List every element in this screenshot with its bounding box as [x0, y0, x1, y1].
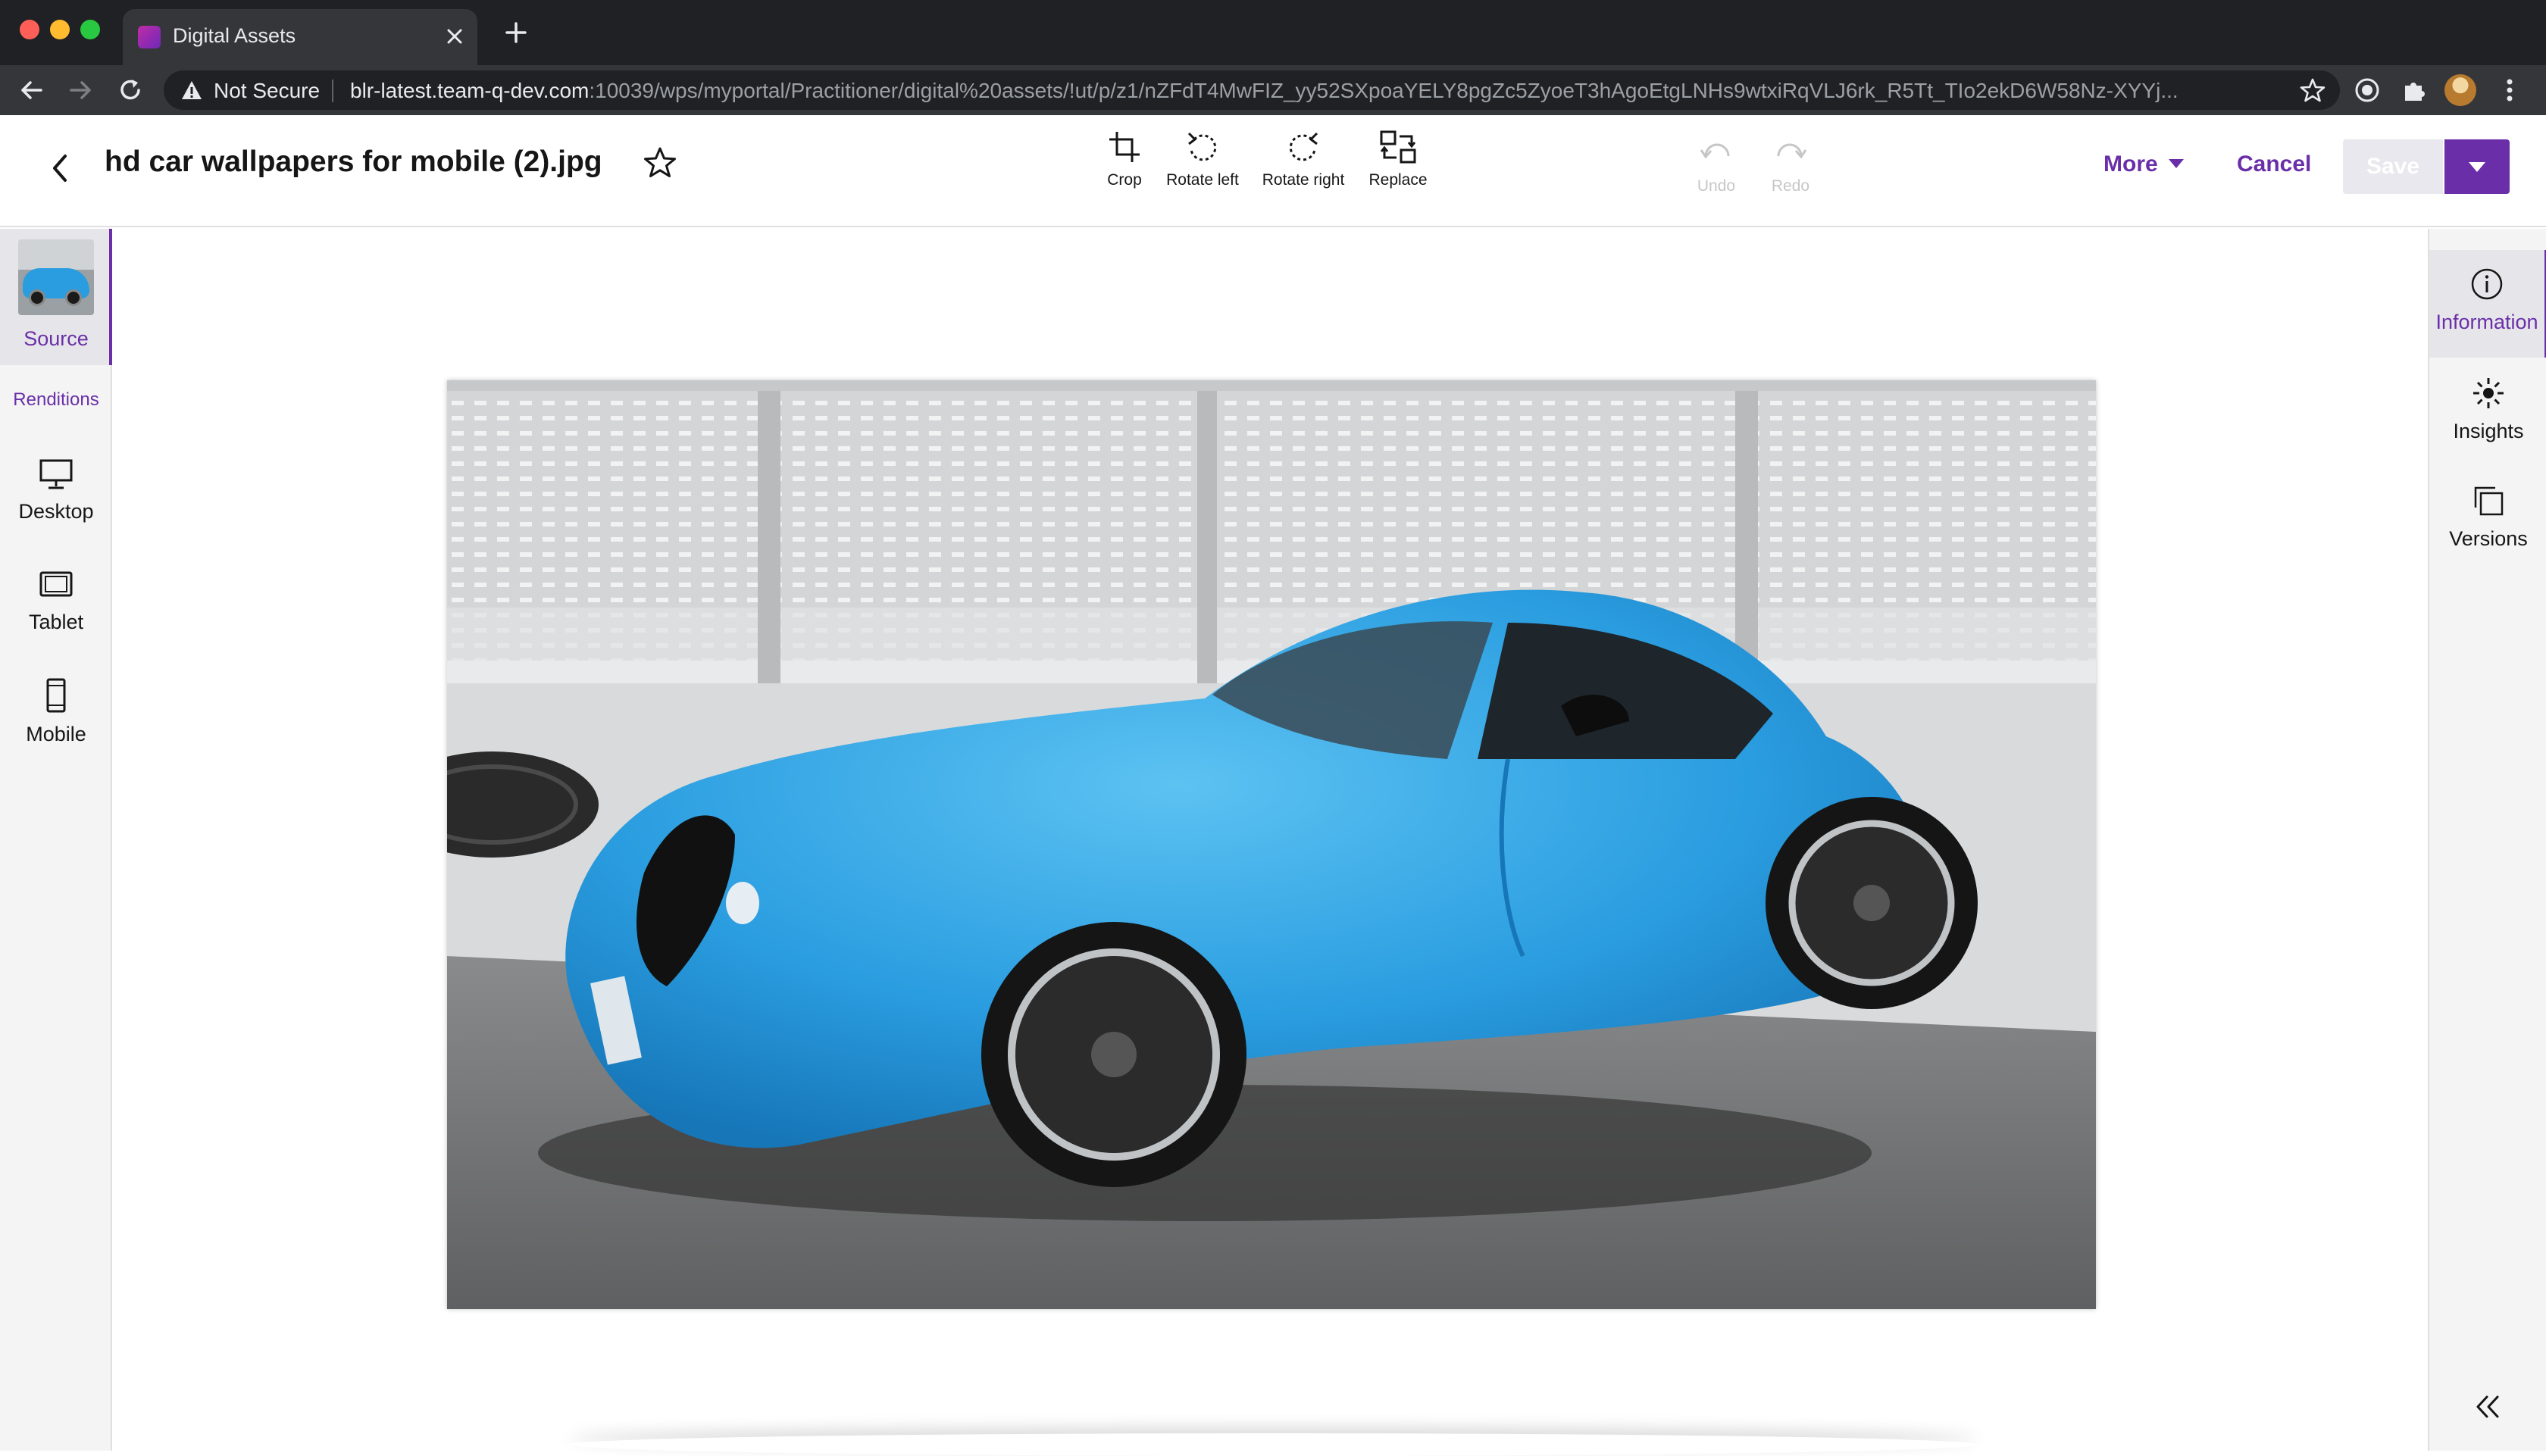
page-title: hd car wallpapers for mobile (2).jpg: [105, 145, 602, 178]
url-path: :10039/wps/myportal/Practitioner/digital…: [589, 79, 2178, 102]
thumbnail-wheel: [29, 289, 45, 306]
versions-icon: [2474, 486, 2504, 516]
rendition-tablet[interactable]: Tablet: [0, 568, 112, 667]
save-button[interactable]: Save: [2343, 139, 2443, 194]
rendition-tablet-label: Tablet: [28, 611, 84, 633]
caret-down-icon: [2469, 162, 2485, 172]
crop-label: Crop: [1107, 171, 1142, 189]
tablet-icon: [39, 571, 73, 597]
image-canvas: [114, 229, 2426, 1451]
editor-header: hd car wallpapers for mobile (2).jpg Cro…: [0, 115, 2546, 227]
replace-label: Replace: [1368, 171, 1428, 189]
collapse-double-chevron-icon[interactable]: [2469, 1388, 2507, 1426]
undo-label: Undo: [1697, 177, 1736, 195]
extension-target-icon[interactable]: [2351, 73, 2384, 107]
more-label: More: [2103, 152, 2158, 177]
crop-icon: [1109, 132, 1140, 162]
tab-close-icon[interactable]: [439, 21, 470, 52]
versions-label: Versions: [2449, 527, 2528, 550]
favorite-star-icon[interactable]: [641, 144, 679, 182]
renditions-heading: Renditions: [13, 389, 99, 410]
bookmark-star-icon[interactable]: [2299, 77, 2326, 104]
browser-tab[interactable]: Digital Assets: [123, 9, 477, 65]
rendition-mobile-label: Mobile: [26, 723, 86, 745]
versions-panel-tab[interactable]: Versions: [2429, 482, 2546, 551]
digital-assets-favicon-icon: [138, 26, 161, 48]
rotate-right-label: Rotate right: [1262, 171, 1345, 189]
undo-button[interactable]: Undo: [1694, 135, 1738, 218]
thumbnail-wheel: [65, 289, 82, 306]
source-thumbnail: [18, 239, 94, 315]
replace-button[interactable]: Replace: [1364, 129, 1432, 212]
insights-icon: [2473, 378, 2504, 408]
information-panel-tab[interactable]: Information: [2429, 250, 2546, 358]
right-rail: Information Insights Versions: [2428, 229, 2546, 1451]
left-rail: Source Renditions Desktop Tablet Mobile: [0, 229, 112, 1451]
asset-image-preview[interactable]: [447, 380, 2096, 1309]
extensions-puzzle-icon[interactable]: [2397, 73, 2431, 107]
not-secure-label[interactable]: Not Secure: [214, 79, 320, 103]
window-close-button[interactable]: [20, 20, 39, 39]
rotate-right-icon: [1289, 132, 1318, 161]
reload-icon[interactable]: [114, 73, 147, 107]
back-chevron-icon[interactable]: [41, 145, 79, 191]
source-label: Source: [23, 327, 89, 350]
rotate-right-button[interactable]: Rotate right: [1259, 129, 1347, 212]
profile-avatar[interactable]: [2444, 74, 2476, 106]
desktop-icon: [39, 459, 73, 489]
caret-down-icon: [2168, 159, 2184, 168]
redo-label: Redo: [1771, 177, 1810, 195]
undo-icon: [1700, 143, 1730, 159]
cancel-button[interactable]: Cancel: [2237, 152, 2311, 177]
rotate-left-icon: [1187, 132, 1217, 161]
more-dropdown-button[interactable]: More: [2103, 152, 2184, 189]
browser-menu-icon[interactable]: [2493, 73, 2526, 107]
rendition-desktop-label: Desktop: [18, 500, 94, 523]
new-tab-icon[interactable]: [500, 17, 532, 48]
info-icon: [2471, 268, 2503, 300]
image-strip-shadow: [568, 1433, 1978, 1456]
back-arrow-icon[interactable]: [15, 73, 48, 107]
source-item[interactable]: Source: [0, 229, 112, 365]
forward-arrow-icon[interactable]: [64, 73, 97, 107]
rotate-left-button[interactable]: Rotate left: [1162, 129, 1243, 212]
insights-label: Insights: [2453, 420, 2524, 442]
omnibox-divider: [332, 80, 333, 102]
url-text[interactable]: blr-latest.team-q-dev.com:10039/wps/mypo…: [350, 79, 2297, 103]
insights-panel-tab[interactable]: Insights: [2429, 374, 2546, 443]
crop-button[interactable]: Crop: [1102, 129, 1147, 212]
tab-title: Digital Assets: [173, 24, 296, 47]
url-omnibox[interactable]: Not Secure blr-latest.team-q-dev.com:100…: [164, 70, 2340, 110]
blue-sports-car-photo: [447, 380, 2096, 1309]
mobile-icon: [46, 678, 66, 713]
redo-button[interactable]: Redo: [1769, 135, 1813, 218]
rendition-desktop[interactable]: Desktop: [0, 458, 112, 556]
information-label: Information: [2435, 311, 2538, 333]
redo-icon: [1777, 143, 1807, 159]
replace-icon: [1380, 130, 1416, 164]
save-options-button[interactable]: [2444, 139, 2510, 194]
browser-tab-bar: Digital Assets: [0, 0, 2546, 65]
window-minimize-button[interactable]: [50, 20, 70, 39]
browser-address-bar: Not Secure blr-latest.team-q-dev.com:100…: [0, 65, 2546, 115]
rotate-left-label: Rotate left: [1166, 171, 1239, 189]
rendition-mobile[interactable]: Mobile: [0, 677, 112, 776]
warning-icon[interactable]: [180, 79, 203, 102]
window-zoom-button[interactable]: [80, 20, 100, 39]
url-host: blr-latest.team-q-dev.com: [350, 79, 590, 102]
